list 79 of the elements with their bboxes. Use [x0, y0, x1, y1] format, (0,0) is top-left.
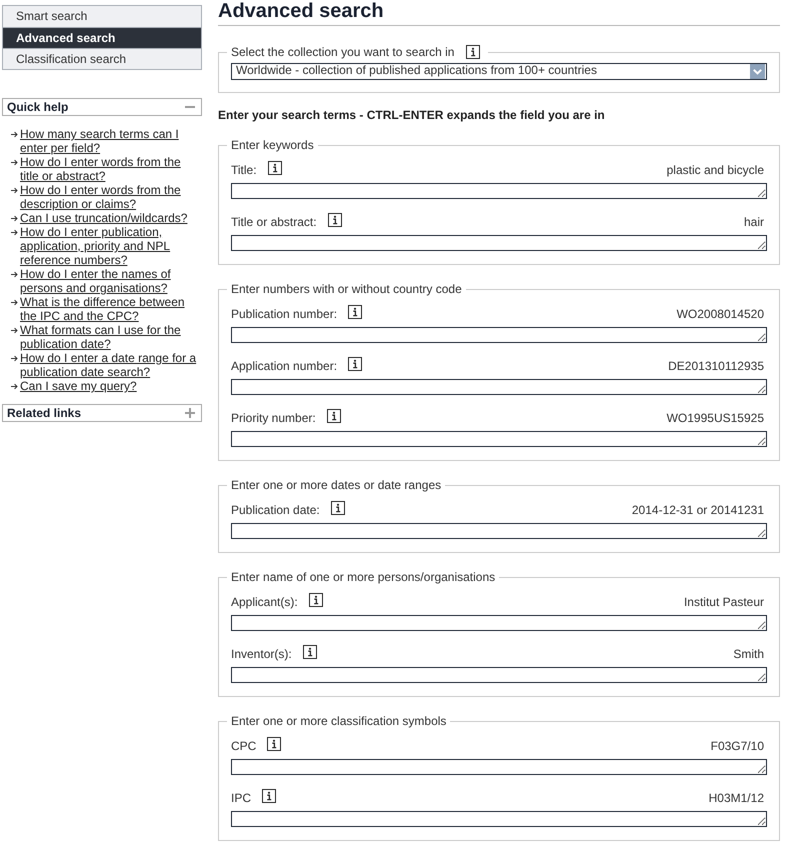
help-link[interactable]: Can I save my query?	[20, 379, 200, 393]
panel-header[interactable]: Quick help	[2, 98, 202, 116]
input-field[interactable]	[231, 811, 767, 827]
sidebar-tab[interactable]: Smart search	[3, 6, 201, 27]
arrow-icon	[11, 383, 18, 390]
example-text: DE201310112935	[668, 358, 764, 374]
arrow-icon	[11, 271, 18, 278]
input-field[interactable]	[231, 431, 767, 447]
help-link[interactable]: Can I use truncation/wildcards?	[20, 211, 200, 225]
panel-title: Related links	[7, 405, 82, 421]
example-text: Smith	[733, 646, 764, 662]
group-legend: Enter one or more dates or date ranges	[227, 477, 446, 493]
panel-header[interactable]: Related links	[2, 404, 202, 422]
arrow-icon	[11, 327, 18, 334]
info-icon[interactable]	[348, 305, 362, 319]
field-label: IPC	[231, 790, 252, 806]
sidebar-tab[interactable]: Classification search	[3, 48, 201, 69]
arrow-icon	[11, 187, 18, 194]
info-icon[interactable]	[302, 645, 317, 659]
group-legend: Enter one or more classification symbols	[227, 713, 450, 729]
input-field[interactable]	[231, 183, 767, 199]
group-legend: Enter name of one or more persons/organisations	[227, 569, 500, 585]
panel-title: Quick help	[7, 99, 68, 115]
field-label: Publication number:	[231, 306, 338, 322]
example-text: H03M1/12	[708, 790, 764, 806]
info-icon[interactable]	[348, 357, 362, 371]
chevron-down-icon[interactable]	[750, 64, 765, 79]
input-field[interactable]	[231, 523, 767, 539]
field-label: Title:	[231, 162, 257, 178]
example-text: WO1995US15925	[666, 410, 764, 426]
arrow-icon	[11, 299, 18, 306]
info-icon[interactable]	[328, 213, 342, 227]
field-label: Publication date:	[231, 502, 320, 518]
field-label: Priority number:	[231, 410, 316, 426]
sidebar-tab[interactable]: Advanced search	[3, 27, 201, 48]
group-legend: Select the collection you want to search in	[231, 44, 454, 60]
example-text: F03G7/10	[710, 738, 764, 754]
input-field[interactable]	[231, 235, 767, 251]
help-link[interactable]: How do I enter a date range for a publication date search?	[20, 351, 200, 379]
example-text: 2014-12-31 or 20141231	[632, 502, 764, 518]
example-text: WO2008014520	[676, 306, 764, 322]
example-text: Institut Pasteur	[684, 594, 764, 610]
field-label: Inventor(s):	[231, 646, 292, 662]
help-link[interactable]: How many search terms can I enter per field?	[20, 127, 200, 155]
field-label: CPC	[231, 738, 256, 754]
arrow-icon	[11, 159, 18, 166]
info-icon[interactable]	[308, 593, 323, 607]
input-field[interactable]	[231, 615, 767, 631]
info-icon[interactable]	[330, 501, 345, 515]
input-field[interactable]	[231, 759, 767, 775]
info-icon[interactable]	[267, 737, 282, 751]
help-link[interactable]: How do I enter the names of persons and organisations?	[20, 267, 200, 295]
arrow-icon	[11, 355, 18, 362]
plus-icon[interactable]	[185, 408, 195, 418]
help-link[interactable]: How do I enter words from the description or claims?	[20, 183, 200, 211]
group-legend: Enter keywords	[227, 137, 318, 153]
example-text: plastic and bicycle	[666, 162, 764, 178]
arrow-icon	[11, 215, 18, 222]
group-legend: Enter numbers with or without country code	[227, 281, 466, 297]
field-label: Title or abstract:	[231, 214, 317, 230]
help-link[interactable]: What is the difference between the IPC and the CPC?	[20, 295, 200, 323]
field-label: Applicant(s):	[231, 594, 298, 610]
input-field[interactable]	[231, 379, 767, 395]
help-link[interactable]: What formats can I use for the publication date?	[20, 323, 200, 351]
field-label: Application number:	[231, 358, 338, 374]
instructions-text: Enter your search terms - CTRL-ENTER expands the field you are in	[218, 108, 606, 122]
info-icon[interactable]	[268, 161, 282, 175]
example-text: hair	[744, 214, 764, 230]
info-icon[interactable]	[262, 789, 276, 803]
input-field[interactable]	[231, 667, 767, 683]
info-icon[interactable]	[466, 45, 480, 59]
help-link[interactable]: How do I enter words from the title or abstract?	[20, 155, 200, 183]
help-link[interactable]: How do I enter publication, application, priority and NPL reference numbers?	[20, 225, 200, 267]
arrow-icon	[11, 229, 18, 236]
collection-dropdown[interactable]: Worldwide - collection of published applications from 100+ countries	[231, 63, 767, 80]
page-title: Advanced search	[218, 0, 385, 23]
input-field[interactable]	[231, 327, 767, 343]
info-icon[interactable]	[326, 409, 341, 423]
arrow-icon	[11, 131, 18, 138]
